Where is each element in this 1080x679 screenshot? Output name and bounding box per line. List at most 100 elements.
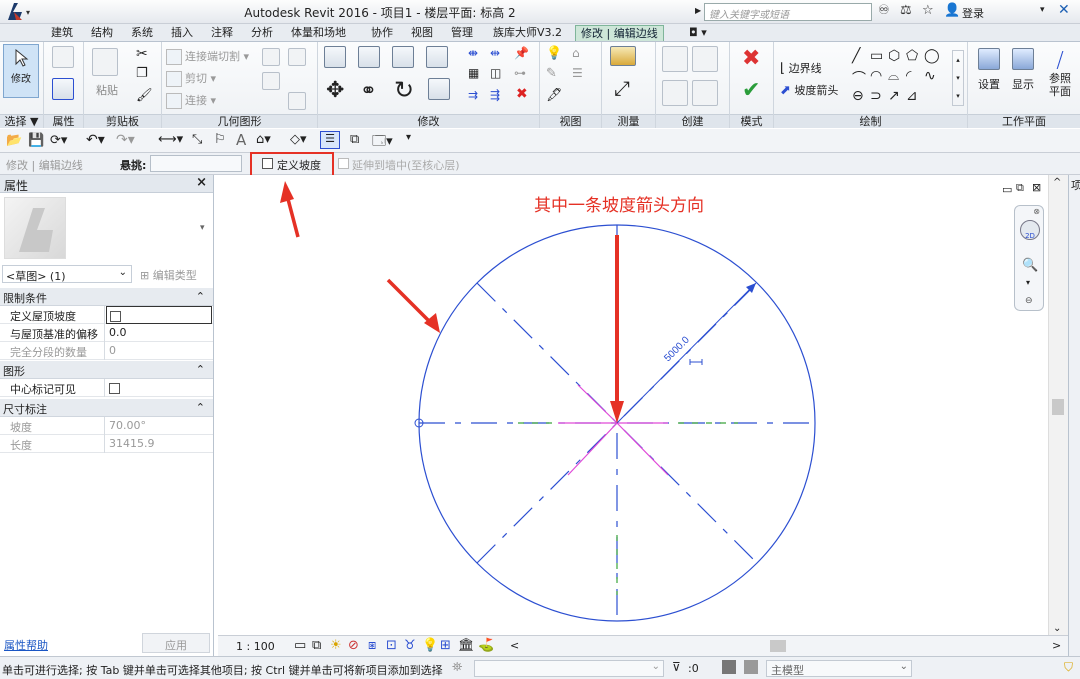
- star-icon[interactable]: ☆: [922, 3, 934, 18]
- trim-multiple-icon[interactable]: ⇉: [468, 88, 478, 102]
- redo-icon[interactable]: ↷▾: [116, 132, 135, 148]
- measure-qat-icon[interactable]: ⟷▾: [158, 132, 183, 147]
- type-properties-icon[interactable]: [52, 46, 74, 68]
- match-properties-icon[interactable]: 🖌: [136, 88, 153, 103]
- scale-icon[interactable]: ◫: [490, 66, 501, 80]
- trim-icon[interactable]: [428, 78, 450, 100]
- demolish-icon[interactable]: [288, 92, 306, 110]
- cut-icon[interactable]: ✂: [136, 46, 148, 62]
- section-icon[interactable]: ◇▾: [290, 132, 307, 147]
- slope-arrow-button[interactable]: ⬈ 坡度箭头: [780, 82, 838, 98]
- zoom-dropdown-icon[interactable]: ▾: [1026, 278, 1030, 287]
- override-graphics-icon[interactable]: ✎: [546, 66, 557, 81]
- draw-circle-icon[interactable]: ◯: [924, 48, 940, 64]
- draw-spline-icon[interactable]: ∿: [924, 68, 936, 84]
- linework-icon[interactable]: 🖋: [546, 88, 563, 103]
- pick-lines-icon[interactable]: ↗: [888, 88, 900, 104]
- selection-filter-icon[interactable]: ⊽: [672, 660, 681, 674]
- view-minimize-icon[interactable]: ▭: [1002, 183, 1012, 196]
- thin-lines-icon[interactable]: ☰: [320, 131, 340, 149]
- trim-single-icon[interactable]: ⇶: [490, 88, 500, 102]
- extend-to-wall-checkbox[interactable]: [338, 158, 349, 169]
- pin-icon[interactable]: 📌: [514, 46, 529, 60]
- split-face-icon[interactable]: [262, 48, 280, 66]
- roof-offset-value[interactable]: 0.0: [106, 324, 212, 342]
- center-mark-checkbox[interactable]: [109, 382, 120, 394]
- design-options-icon[interactable]: [744, 660, 758, 674]
- draw-line-icon[interactable]: ╱: [852, 48, 860, 64]
- create-similar-icon[interactable]: [662, 46, 688, 72]
- switch-windows-icon[interactable]: 🗔▾: [372, 132, 393, 154]
- draw-rectangle-icon[interactable]: ▭: [870, 48, 883, 64]
- search-input[interactable]: 键入关键字或短语: [704, 3, 872, 21]
- save-icon[interactable]: 💾: [28, 133, 44, 148]
- set-work-plane-button[interactable]: 设置: [974, 48, 1004, 92]
- view-restore-icon[interactable]: ⧉: [1016, 181, 1024, 195]
- tab-analyze[interactable]: 分析: [246, 25, 278, 41]
- draw-ellipse-icon[interactable]: ⊖: [852, 88, 864, 104]
- define-roof-slope-checkbox[interactable]: [110, 310, 121, 322]
- view-extra2-icon[interactable]: ☰: [572, 66, 583, 80]
- temporary-view-icon[interactable]: ⊞: [440, 638, 451, 653]
- highlight-displacement-icon[interactable]: ⛳: [478, 638, 494, 653]
- modify-button[interactable]: 修改: [3, 44, 39, 98]
- scroll-left-icon[interactable]: <: [510, 639, 519, 652]
- pick-walls-icon[interactable]: ⊿: [906, 88, 918, 104]
- tab-systems[interactable]: 系统: [126, 25, 158, 41]
- array-icon[interactable]: ▦: [468, 66, 479, 80]
- temporary-hide-icon[interactable]: ♉: [404, 638, 416, 653]
- detail-level-icon[interactable]: ▭: [294, 638, 306, 653]
- show-crop-icon[interactable]: ⊡: [386, 638, 397, 653]
- unpin-icon[interactable]: ⊶: [514, 66, 526, 80]
- draw-polygon-icon[interactable]: ⬡: [888, 48, 900, 64]
- 3d-view-icon[interactable]: ⌂▾: [256, 132, 271, 147]
- join-button[interactable]: 连接 ▾: [166, 92, 216, 109]
- copy-icon[interactable]: ❐: [136, 66, 148, 81]
- aligned-dimension-icon[interactable]: ⤡: [192, 132, 202, 147]
- align-icon[interactable]: [324, 46, 346, 68]
- close-hidden-icon[interactable]: ⧉: [350, 132, 359, 147]
- scroll-down-icon[interactable]: ⌄: [1053, 623, 1061, 634]
- radius-dimension-text[interactable]: 5000.0: [662, 334, 692, 364]
- reveal-hidden-icon[interactable]: 💡: [422, 638, 438, 653]
- paste-icon[interactable]: [92, 48, 118, 76]
- project-browser-edge[interactable]: 项: [1068, 175, 1080, 656]
- user-icon[interactable]: 👤: [944, 3, 960, 18]
- horizontal-scroll-thumb[interactable]: [770, 640, 786, 652]
- offset-icon[interactable]: [358, 46, 380, 68]
- text-icon[interactable]: A: [236, 131, 246, 149]
- draw-gallery-scroll[interactable]: ▴ ▾ ▾: [952, 50, 964, 106]
- properties-icon[interactable]: [52, 78, 74, 100]
- drawing-area[interactable]: 5000.0 其中一条坡度箭头方向 ▭ ⧉ ⊠ ⊗ 2D 🔍 ▾ ⊖: [218, 175, 1070, 635]
- center-mark-visible-value[interactable]: [106, 379, 212, 397]
- create-part-icon[interactable]: [692, 46, 718, 72]
- tag-icon[interactable]: ⚐: [214, 132, 226, 147]
- type-preview-dropdown-icon[interactable]: ▾: [200, 223, 205, 233]
- view-scale[interactable]: 1 : 100: [236, 640, 275, 653]
- cope-button[interactable]: 连接端切割 ▾: [166, 48, 249, 65]
- tab-manage[interactable]: 管理: [446, 25, 478, 41]
- hide-icon[interactable]: 💡: [546, 46, 562, 61]
- scroll-thumb[interactable]: [1052, 399, 1064, 415]
- draw-arc2-icon[interactable]: ◠: [870, 68, 882, 84]
- edit-type-button[interactable]: ⊞ 编辑类型: [140, 267, 197, 283]
- steering-wheel-icon[interactable]: 2D: [1020, 220, 1040, 240]
- tab-contextual-toggle[interactable]: ◘ ▾: [684, 25, 712, 41]
- worksets-icon[interactable]: ⛯: [452, 660, 462, 675]
- paint-icon[interactable]: [288, 48, 306, 66]
- workset-dropdown[interactable]: ⌄: [474, 660, 664, 677]
- view-extra-icon[interactable]: ⌂: [572, 46, 580, 60]
- tab-family-library[interactable]: 族库大师V3.2: [488, 25, 567, 41]
- properties-close-button[interactable]: ×: [196, 175, 207, 190]
- analytical-model-icon[interactable]: 🏛: [458, 638, 475, 653]
- overhang-input[interactable]: [150, 155, 242, 172]
- draw-arc-icon[interactable]: ⌒: [852, 68, 866, 88]
- create-group-icon[interactable]: [662, 80, 688, 106]
- finish-edit-icon[interactable]: ✔: [742, 78, 760, 103]
- exchange-icon[interactable]: ✕: [1058, 2, 1070, 18]
- tab-annotate[interactable]: 注释: [206, 25, 238, 41]
- login-button[interactable]: 登录: [962, 5, 984, 21]
- scroll-up-icon[interactable]: ^: [1053, 177, 1061, 188]
- measure-icon[interactable]: [610, 46, 636, 66]
- binoculars-icon[interactable]: ♾: [878, 3, 890, 18]
